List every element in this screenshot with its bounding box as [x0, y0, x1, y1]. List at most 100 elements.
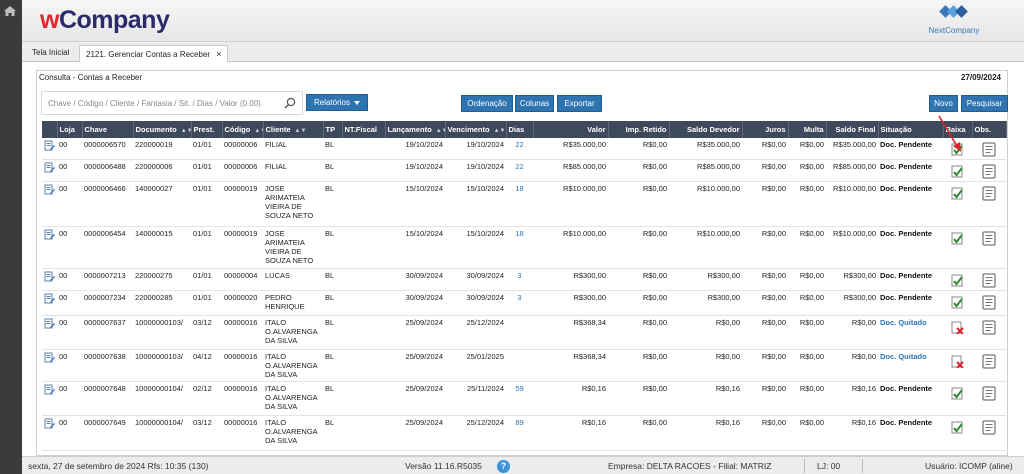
- help-icon[interactable]: ?: [497, 460, 510, 473]
- column-header[interactable]: Situação: [878, 121, 944, 138]
- obs-note-icon[interactable]: [982, 273, 996, 288]
- column-header[interactable]: NT.Fiscal: [342, 121, 386, 138]
- column-header[interactable]: Saldo Devedor: [669, 121, 743, 138]
- edit-doc-icon[interactable]: [44, 229, 55, 240]
- obs-note-icon[interactable]: [982, 420, 996, 435]
- table-row[interactable]: 00 0000007649 10000000104/03/12 00000016 ITA…: [42, 415, 1006, 451]
- sort-icon[interactable]: ▲▼: [436, 128, 444, 134]
- cell-doc: 10000000104/: [133, 381, 191, 416]
- column-header[interactable]: Imp. Retido: [608, 121, 670, 138]
- baixa-check-icon[interactable]: [951, 274, 964, 287]
- column-header[interactable]: [42, 121, 58, 138]
- obs-note-icon[interactable]: [982, 295, 996, 310]
- obs-note-icon[interactable]: [982, 231, 996, 246]
- column-header[interactable]: Obs.: [972, 121, 1007, 138]
- table-row[interactable]: 00 0000006466 140000027 01/01 00000019 JOSE A…: [42, 181, 1006, 227]
- obs-note-icon[interactable]: [982, 320, 996, 335]
- obs-note-icon[interactable]: [982, 186, 996, 201]
- table-row[interactable]: 00 0000006454 140000015 01/01 00000019 JOSE A…: [42, 226, 1006, 269]
- estorno-cancel-icon[interactable]: [951, 355, 964, 369]
- cell-venc: 19/10/2024: [445, 159, 506, 182]
- edit-doc-icon[interactable]: [44, 318, 55, 329]
- obs-note-icon[interactable]: [982, 354, 996, 369]
- brand-logo[interactable]: wCompany: [40, 6, 170, 35]
- estorno-cancel-icon[interactable]: [951, 321, 964, 335]
- search-icon[interactable]: [284, 97, 296, 109]
- edit-doc-icon[interactable]: [44, 293, 55, 304]
- obs-note-icon[interactable]: [982, 142, 996, 157]
- table-row[interactable]: 00 0000007637 10000000103/03/12 00000016 ITA…: [42, 315, 1006, 350]
- baixa-check-icon[interactable]: [951, 165, 964, 178]
- column-header[interactable]: Multa: [788, 121, 827, 138]
- cell-nf: [342, 138, 385, 160]
- status-cell: Doc. Quitado: [878, 315, 943, 350]
- column-header[interactable]: Lançamento ▲▼: [385, 121, 446, 138]
- colunas-button[interactable]: Colunas: [515, 95, 554, 112]
- column-header[interactable]: Loja: [57, 121, 83, 138]
- column-header[interactable]: TP: [323, 121, 343, 138]
- baixa-check-icon[interactable]: [951, 387, 964, 400]
- column-header[interactable]: Cliente ▲▼: [263, 121, 324, 138]
- table-row[interactable]: 00 0000007638 10000000103/04/12 00000016 ITA…: [42, 349, 1006, 382]
- edit-doc-icon[interactable]: [44, 271, 55, 282]
- cell-doc: 10000000103/: [133, 349, 191, 382]
- sort-icon[interactable]: ▲▼: [295, 128, 307, 134]
- edit-cell: [42, 415, 57, 451]
- search-input[interactable]: [48, 97, 280, 110]
- cell-lanc: 19/10/2024: [385, 138, 445, 160]
- pesquisar-button[interactable]: Pesquisar: [961, 95, 1008, 112]
- novo-button[interactable]: Novo: [929, 95, 958, 112]
- cell-prest: 01/01: [191, 159, 222, 182]
- tab-tela-inicial[interactable]: Tela Inicial: [26, 45, 75, 62]
- edit-doc-icon[interactable]: [44, 418, 55, 429]
- cell-final: R$10.000,00: [826, 226, 878, 269]
- close-icon[interactable]: ×: [216, 49, 221, 59]
- cell-chave: 0000007638: [82, 349, 133, 382]
- table-row[interactable]: 00 0000007648 10000000104/02/12 00000016 ITA…: [42, 381, 1006, 416]
- column-header[interactable]: Valor: [533, 121, 609, 138]
- cell-prest: 01/01: [191, 138, 222, 160]
- edit-doc-icon[interactable]: [44, 184, 55, 195]
- table-row[interactable]: 00 0000007234 220000285 01/01 00000020 PEDRO …: [42, 290, 1006, 316]
- column-header[interactable]: Vencimento ▲▼: [445, 121, 507, 138]
- cell-multa: R$0,00: [788, 181, 826, 227]
- column-header[interactable]: Dias: [506, 121, 534, 138]
- sort-icon[interactable]: ▲▼: [254, 128, 262, 134]
- cell-final: R$85.000,00: [826, 159, 878, 182]
- relatorios-button[interactable]: Relatórios: [306, 94, 368, 111]
- column-header[interactable]: Documento ▲▼: [133, 121, 192, 138]
- cell-prest: 01/01: [191, 268, 222, 291]
- table-row[interactable]: 00 0000006488 220000006 01/01 00000006 FILIAL…: [42, 159, 1006, 182]
- home-icon[interactable]: [4, 6, 16, 16]
- edit-cell: [42, 349, 57, 382]
- edit-doc-icon[interactable]: [44, 352, 55, 363]
- ordenacao-button[interactable]: Ordenação: [461, 95, 513, 112]
- baixa-check-icon[interactable]: [951, 421, 964, 434]
- edit-cell: [42, 181, 57, 227]
- sort-icon[interactable]: ▲▼: [181, 128, 190, 134]
- obs-note-icon[interactable]: [982, 164, 996, 179]
- column-header[interactable]: Chave: [82, 121, 134, 138]
- baixa-check-icon[interactable]: [951, 232, 964, 245]
- exportar-button[interactable]: Exportar: [557, 95, 602, 112]
- edit-doc-icon[interactable]: [44, 162, 55, 173]
- table-row[interactable]: 00 0000007213 220000275 01/01 00000004 LUCAS B…: [42, 268, 1006, 291]
- nextcompany-diamond-icon: [939, 5, 968, 18]
- baixa-check-icon[interactable]: [951, 187, 964, 200]
- cell-multa: R$0,00: [788, 268, 826, 291]
- edit-doc-icon[interactable]: [44, 384, 55, 395]
- column-header[interactable]: Prest.: [191, 121, 223, 138]
- cell-tp: BL: [323, 290, 342, 316]
- baixa-cell: [943, 315, 972, 350]
- cell-final: R$300,00: [826, 268, 878, 291]
- column-header[interactable]: Saldo Final: [826, 121, 879, 138]
- cell-dias: 22: [506, 138, 533, 160]
- sort-icon[interactable]: ▲▼: [494, 128, 505, 134]
- column-header[interactable]: Código▲▼: [222, 121, 264, 138]
- baixa-check-icon[interactable]: [951, 296, 964, 309]
- obs-note-icon[interactable]: [982, 386, 996, 401]
- tab-gerenciar-contas[interactable]: 2121. Gerenciar Contas a Receber ×: [79, 45, 229, 62]
- column-header[interactable]: Juros: [742, 121, 789, 138]
- edit-doc-icon[interactable]: [44, 140, 55, 151]
- table-row[interactable]: 00 0000006570 220000019 01/01 00000006 FILIAL…: [42, 138, 1006, 160]
